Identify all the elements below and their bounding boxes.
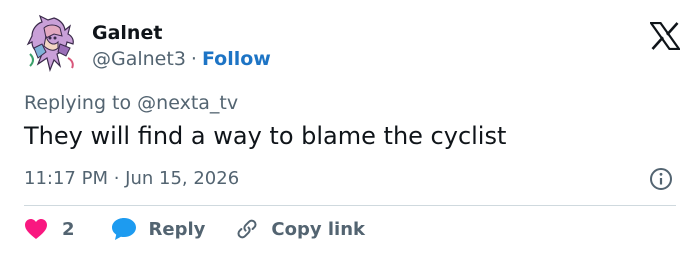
tweet-text: They will find a way to blame the cyclis… [24,122,507,150]
heart-icon [25,219,47,239]
like-button[interactable]: 2 [24,218,75,240]
follow-button[interactable]: Follow [202,48,271,70]
reply-context-prefix: Replying to [24,92,132,114]
reply-label: Reply [148,218,206,240]
reply-mention-link[interactable]: @nexta_tv [137,92,238,114]
divider [24,205,676,206]
author-handle-row: @Galnet3 · Follow [92,48,271,70]
reply-context: Replying to @nexta_tv [24,92,238,114]
info-icon[interactable] [649,167,673,191]
action-bar: 2 Reply Copy link [24,216,365,242]
avatar[interactable] [24,14,80,74]
speech-bubble-icon [111,218,136,240]
anime-character-avatar-icon [26,14,74,72]
x-logo-icon[interactable] [650,22,680,50]
tweet-timestamp[interactable]: 11:17 PM · Jun 15, 2026 [24,168,239,189]
author-handle[interactable]: @Galnet3 [92,48,186,70]
like-count: 2 [62,218,75,240]
link-icon [237,219,257,239]
separator-dot: · [190,48,197,70]
author-name[interactable]: Galnet [92,22,162,44]
copy-link-label: Copy link [271,218,365,240]
copy-link-button[interactable]: Copy link [235,217,365,241]
reply-button[interactable]: Reply [111,217,206,241]
